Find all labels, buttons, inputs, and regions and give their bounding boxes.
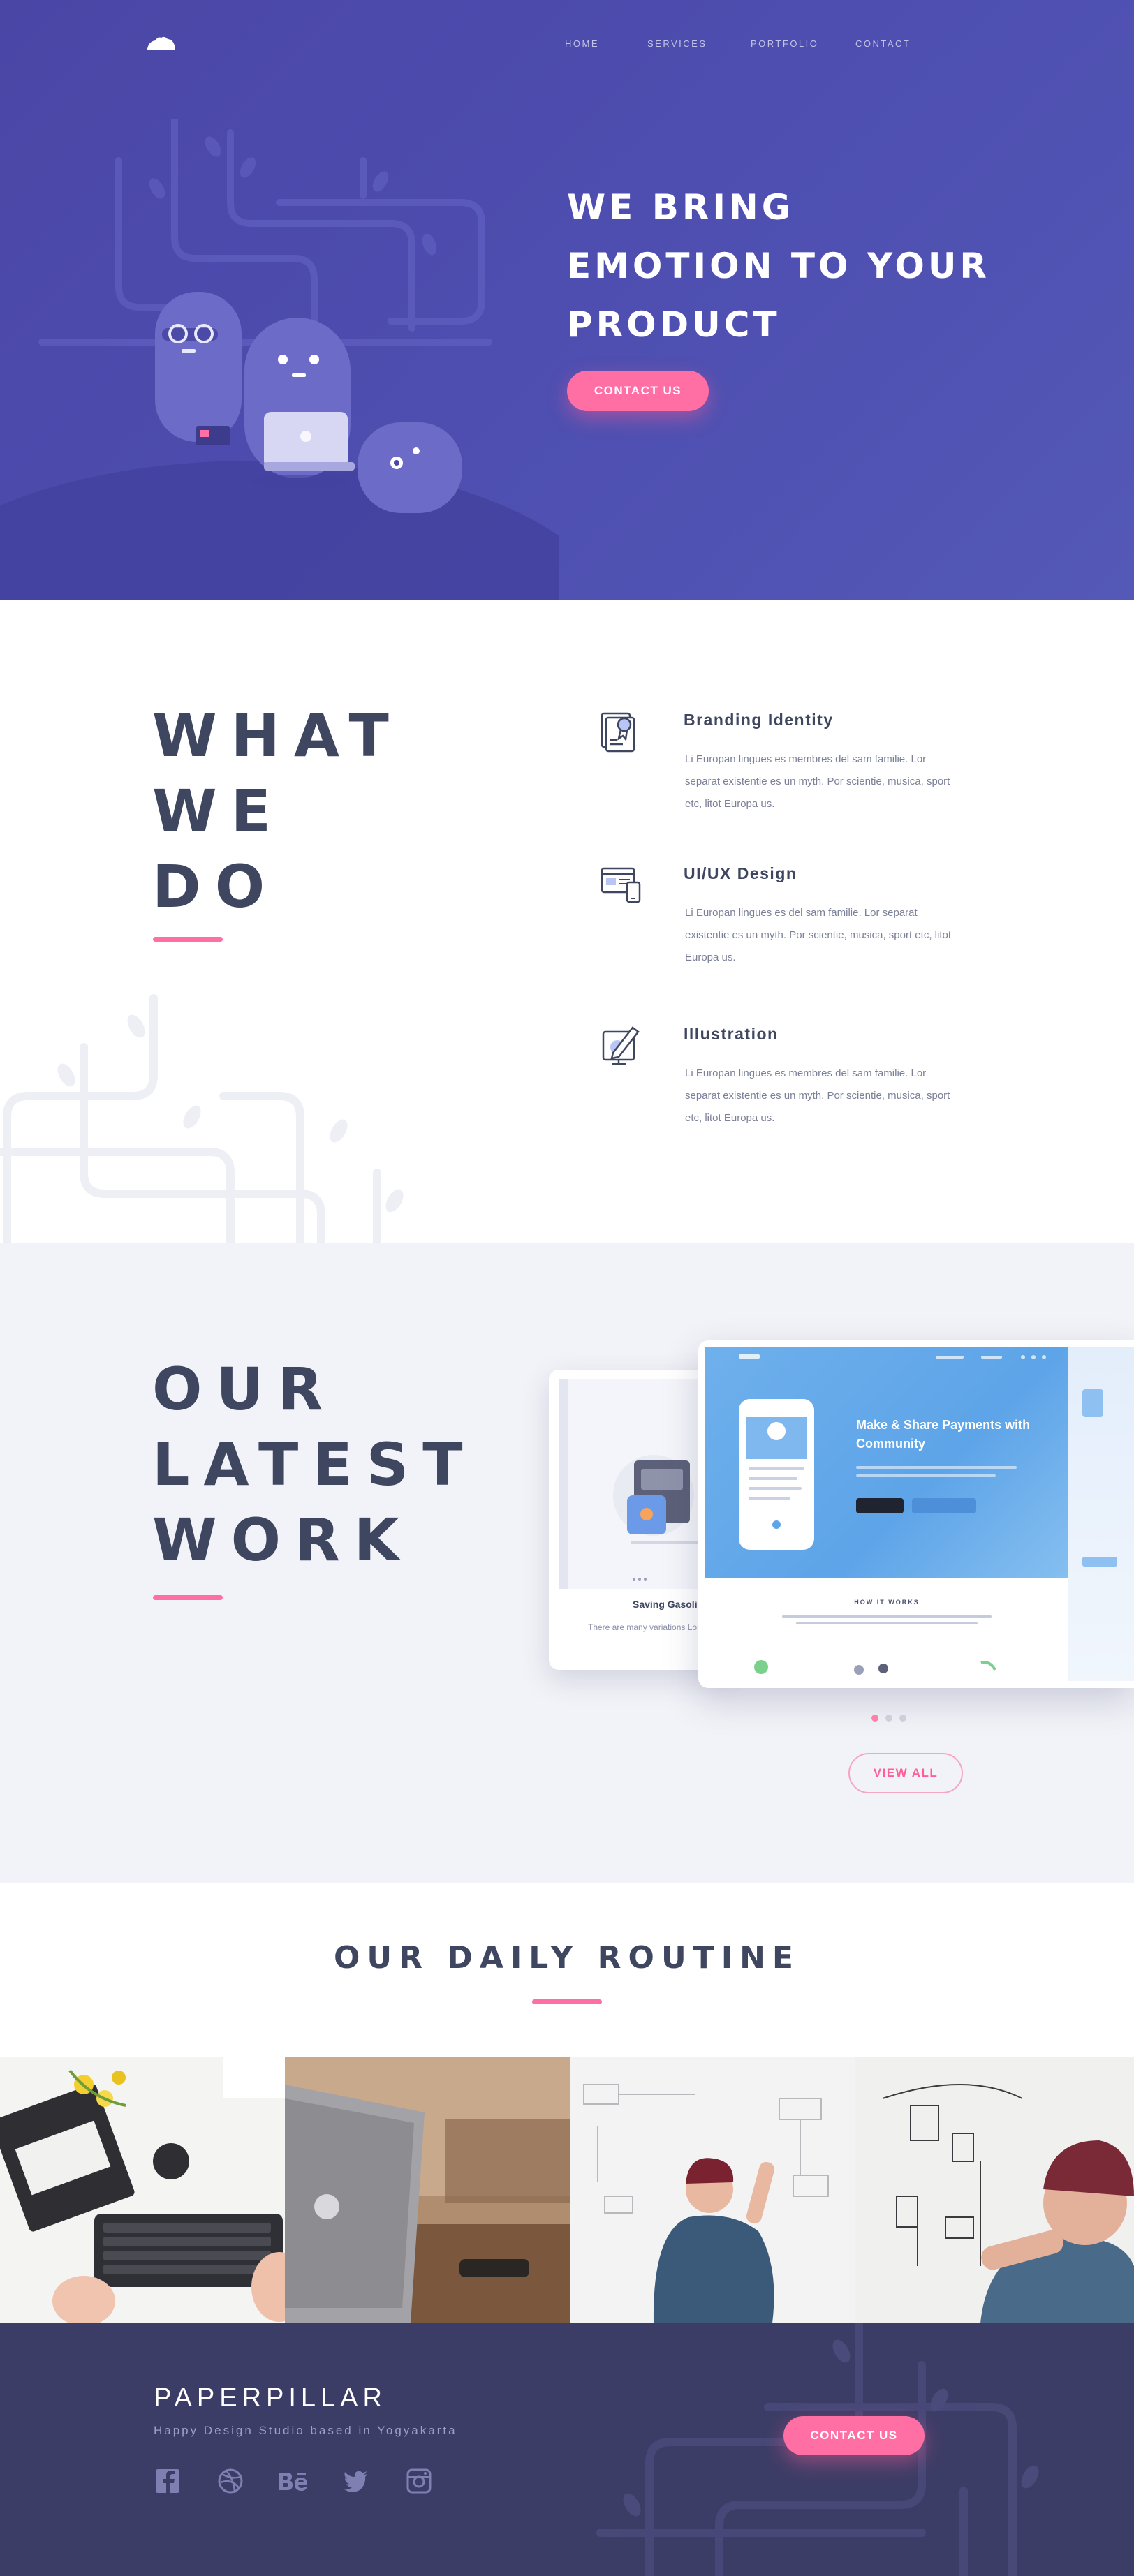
latest-work-section: OUR LATEST WORK Saving Gasoli There are … xyxy=(0,1243,1134,1883)
hero-contact-button[interactable]: CONTACT US xyxy=(567,371,709,411)
twitter-icon[interactable] xyxy=(342,2467,370,2495)
nav-home-link[interactable]: HOME xyxy=(565,38,599,49)
nav-portfolio-link[interactable]: PORTFOLIO xyxy=(751,38,818,49)
what-we-do-section: WHAT WE DO Branding Identity Li Europan … xyxy=(0,600,1134,1243)
slider-dot[interactable] xyxy=(899,1715,906,1722)
sketching-image xyxy=(855,2057,1134,2323)
service-description: Li Europan lingues es membres del sam fa… xyxy=(685,1067,950,1124)
slider-dot-active[interactable] xyxy=(871,1715,878,1722)
mockup-headline: Make & Share Payments with Community xyxy=(856,1418,1031,1451)
hero-title-line: EMOTION TO YOUR xyxy=(567,246,990,286)
what-we-do-heading: WHAT WE DO xyxy=(152,698,403,924)
desk-keyboard-image xyxy=(0,2057,285,2323)
view-all-button[interactable]: VIEW ALL xyxy=(848,1753,963,1793)
laptop-table-image xyxy=(285,2057,570,2323)
slider-pagination xyxy=(871,1715,913,1723)
latest-work-heading: OUR LATEST WORK xyxy=(152,1352,477,1578)
heading-line: WORK xyxy=(152,1506,413,1574)
instagram-icon[interactable] xyxy=(405,2467,433,2495)
behance-icon[interactable] xyxy=(277,2467,310,2495)
heading-underline xyxy=(153,937,223,942)
heading-line: WE xyxy=(152,777,286,845)
daily-routine-section: OUR DAILY ROUTINE xyxy=(0,1883,1134,2057)
main-nav: HOME SERVICES PORTFOLIO CONTACT xyxy=(0,38,1134,52)
footer-contact-button[interactable]: CONTACT US xyxy=(783,2416,925,2455)
whiteboard-planning-image xyxy=(570,2057,855,2323)
photo-sketching[interactable] xyxy=(855,2057,1134,2323)
hero-title-line: PRODUCT xyxy=(567,304,781,345)
heading-line: OUR xyxy=(152,1355,337,1423)
hero-title-line: WE BRING xyxy=(567,187,794,228)
service-description: Li Europan lingues es del sam familie. L… xyxy=(685,907,951,963)
site-footer: PAPERPILLAR Happy Design Studio based in… xyxy=(0,2323,1134,2576)
service-title: UI/UX Design xyxy=(684,864,797,882)
heading-underline xyxy=(532,1999,602,2004)
heading-line: LATEST xyxy=(152,1430,477,1499)
heading-underline xyxy=(153,1595,223,1600)
photo-desk-keyboard[interactable] xyxy=(0,2057,285,2323)
routine-photo-strip xyxy=(0,2057,1134,2323)
decorative-pipes-illustration xyxy=(0,994,404,1243)
service-description: Li Europan lingues es membres del sam fa… xyxy=(685,753,950,810)
service-title: Branding Identity xyxy=(684,711,834,729)
slider-dot[interactable] xyxy=(885,1715,892,1722)
branding-award-icon xyxy=(601,712,635,753)
photo-whiteboard-planning[interactable] xyxy=(570,2057,855,2323)
heading-line: WHAT xyxy=(152,702,403,770)
facebook-icon[interactable] xyxy=(154,2467,182,2495)
dribbble-icon[interactable] xyxy=(216,2467,244,2495)
daily-routine-heading: OUR DAILY ROUTINE xyxy=(334,1940,800,1976)
photo-laptop-table[interactable] xyxy=(285,2057,570,2323)
service-title: Illustration xyxy=(684,1025,779,1043)
mockup-section-label: HOW IT WORKS xyxy=(854,1599,920,1606)
hero-section: HOME SERVICES PORTFOLIO CONTACT WE BRING… xyxy=(0,0,1134,600)
uiux-devices-icon xyxy=(601,867,641,903)
portfolio-screenshot: Make & Share Payments with Community HOW… xyxy=(705,1347,1134,1681)
hero-monsters-illustration xyxy=(0,119,559,600)
payments-app-mockup xyxy=(739,1354,1117,1675)
illustration-pen-icon xyxy=(602,1026,640,1065)
footer-tagline: Happy Design Studio based in Yogyakarta xyxy=(154,2424,457,2437)
social-links xyxy=(154,2467,447,2495)
portfolio-card-active[interactable]: Make & Share Payments with Community HOW… xyxy=(698,1340,1134,1688)
footer-brand-name: PAPERPILLAR xyxy=(154,2383,387,2413)
service-branding-identity: Branding Identity Li Europan lingues es … xyxy=(599,708,962,813)
previous-card-title: Saving Gasoli xyxy=(633,1599,698,1610)
hero-title: WE BRING EMOTION TO YOUR PRODUCT xyxy=(567,178,1070,354)
landing-page: HOME SERVICES PORTFOLIO CONTACT WE BRING… xyxy=(0,0,1134,2576)
nav-contact-link[interactable]: CONTACT xyxy=(855,38,911,49)
heading-line: DO xyxy=(152,852,279,921)
service-illustration: Illustration Li Europan lingues es membr… xyxy=(599,1022,962,1127)
service-uiux-design: UI/UX Design Li Europan lingues es del s… xyxy=(599,861,962,966)
nav-services-link[interactable]: SERVICES xyxy=(647,38,707,49)
